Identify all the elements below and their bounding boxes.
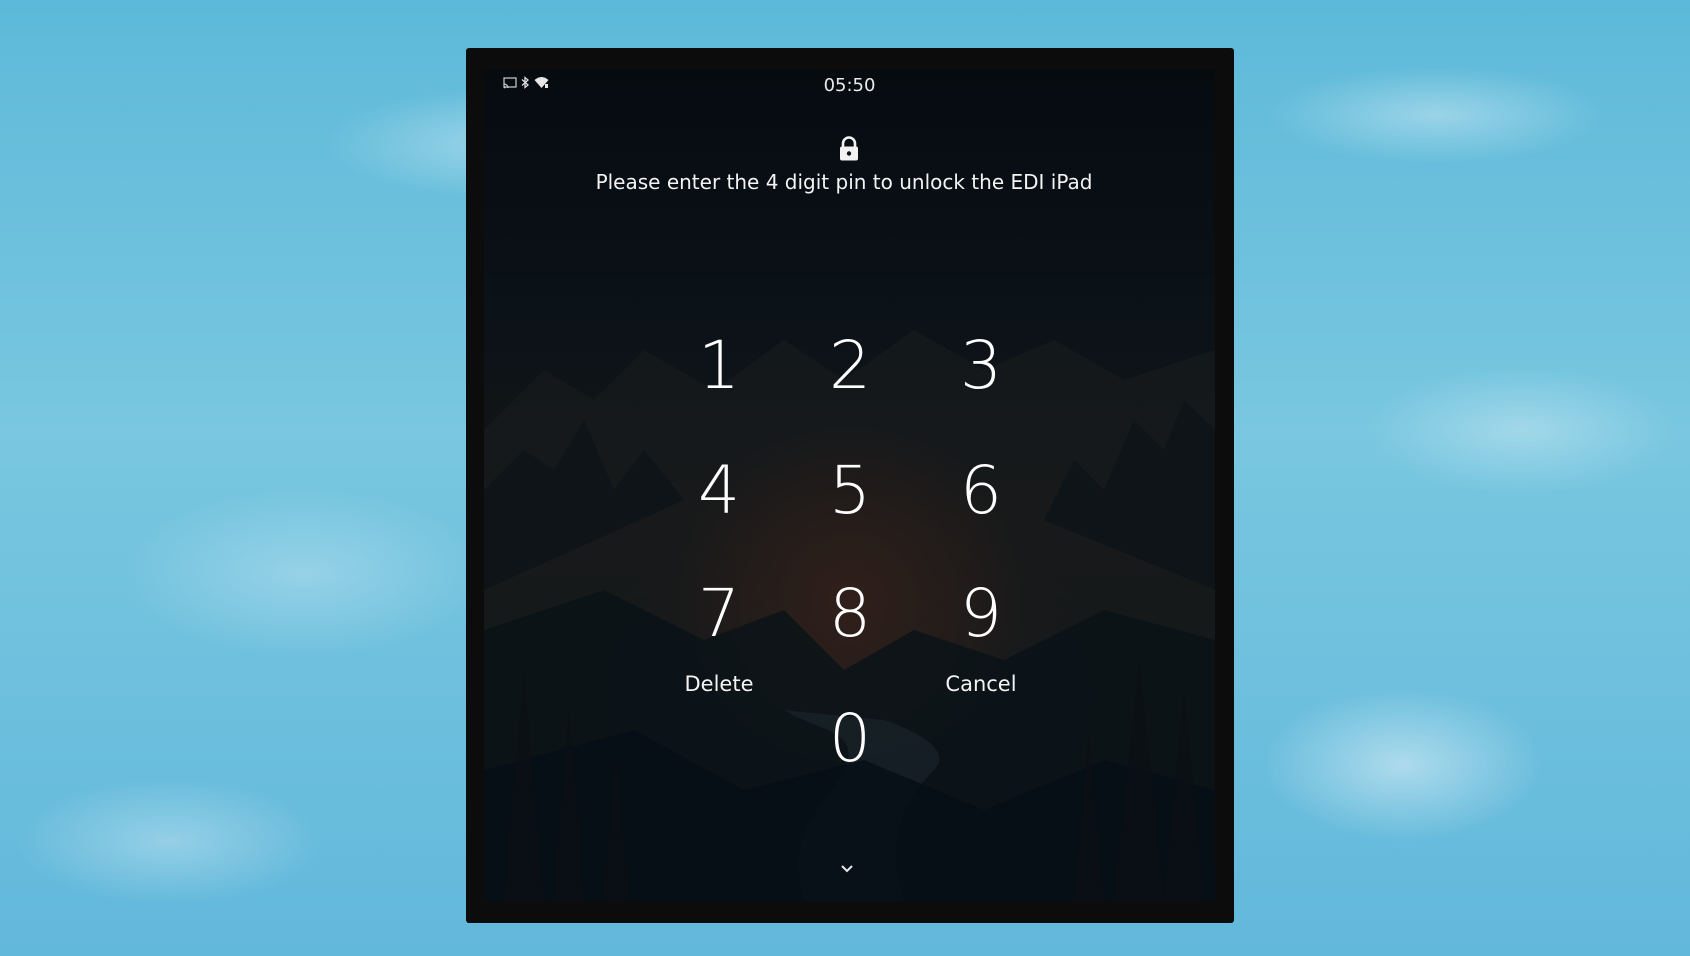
lock-icon bbox=[838, 136, 860, 166]
keypad-key-3[interactable]: 3 bbox=[926, 320, 1036, 410]
unlock-prompt: Please enter the 4 digit pin to unlock t… bbox=[595, 170, 1093, 194]
keypad-key-8[interactable]: 8 bbox=[795, 568, 905, 658]
keypad-key-4[interactable]: 4 bbox=[664, 445, 774, 535]
tablet-frame: 05:50 Please enter the 4 digit pin to un… bbox=[466, 48, 1234, 923]
keypad-key-2[interactable]: 2 bbox=[795, 320, 905, 410]
key-label: 7 bbox=[698, 574, 740, 652]
key-label: 0 bbox=[829, 699, 871, 777]
keypad-key-9[interactable]: 9 bbox=[926, 568, 1036, 658]
lock-screen: 05:50 Please enter the 4 digit pin to un… bbox=[484, 70, 1215, 901]
key-label: 4 bbox=[698, 451, 740, 529]
cancel-button[interactable]: Cancel bbox=[916, 664, 1046, 704]
keypad-key-0[interactable]: 0 bbox=[795, 693, 905, 783]
keypad-key-6[interactable]: 6 bbox=[926, 445, 1036, 535]
status-bar: 05:50 bbox=[484, 70, 1215, 104]
key-label: 3 bbox=[960, 326, 1002, 404]
keypad-key-7[interactable]: 7 bbox=[664, 568, 774, 658]
delete-button[interactable]: Delete bbox=[654, 664, 784, 704]
chevron-down-icon[interactable] bbox=[839, 860, 855, 879]
key-label: 9 bbox=[960, 574, 1002, 652]
keypad-key-5[interactable]: 5 bbox=[795, 445, 905, 535]
keypad-key-1[interactable]: 1 bbox=[664, 320, 774, 410]
status-clock: 05:50 bbox=[823, 75, 876, 96]
key-label: 5 bbox=[829, 451, 871, 529]
key-label: 6 bbox=[960, 451, 1002, 529]
key-label: 2 bbox=[829, 326, 871, 404]
key-label: 8 bbox=[829, 574, 871, 652]
key-label: 1 bbox=[698, 326, 740, 404]
